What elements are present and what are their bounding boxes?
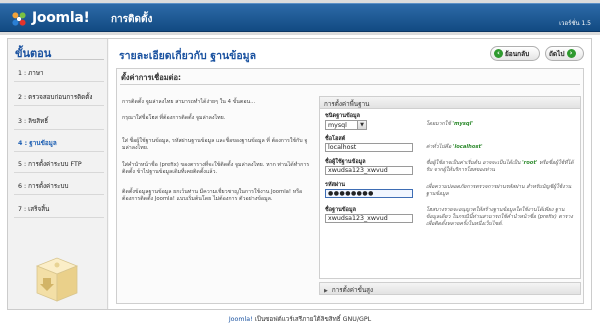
basic-settings-box: การตั้งค่าพื้นฐาน ชนิดฐานข้อมูล mysql ▼ … [319,96,581,279]
joomla-logo-icon [12,12,26,26]
db-type-hint: โดยมากใช้ 'mysql' [426,121,576,128]
db-password-hint: เพื่อความปลอดภัยการตรวจการผ่านรหัสผ่าน ส… [426,184,572,197]
db-name-field[interactable] [325,214,413,223]
section-title: ตั้งค่าการเชื่อมต่อ: [121,73,182,82]
db-type-hint-value: 'mysql' [452,121,473,127]
back-button[interactable]: ‹ ย้อนกลับ [490,46,540,61]
logo-text: Joomla! [32,10,90,26]
step-ftp[interactable]: 5 : การตั้งค่าระบบ FTP [14,154,104,173]
sidebar-divider [14,59,104,60]
host-field[interactable] [325,143,413,152]
footer-text: เป็นซอฟต์แวร์เสรีภายใต้ลิขสิทธิ์ GNU/GPL [254,316,372,323]
host-label: ชื่อโฮสต์ [325,136,346,142]
arrow-right-icon: › [566,49,576,58]
joomla-link[interactable]: Joomla! [229,316,253,323]
db-user-hint: ชื่อผู้ใช้อาจเป็นค่าเริ่มต้น อาจจะเป็นได… [426,160,576,174]
description-host: กรุณาใส่ชื่อโฮส ที่ต้องการติดตั้ง จูมล่า… [122,115,226,121]
db-type-value: mysql [328,122,347,129]
host-hint-value: 'localhost' [452,144,483,150]
db-type-label: ชนิดฐานข้อมูล [325,113,361,119]
db-user-hint-text-1: ชื่อผู้ใช้อาจเป็นค่าเริ่มต้น อาจจะเป็นได… [426,160,521,166]
back-button-label: ย้อนกลับ [505,49,530,58]
step-finish[interactable]: 7 : เสร็จสิ้น [14,199,104,218]
host-hint-text: ค่าทั่วไปคือ [426,144,452,150]
db-user-hint-value: 'root' [522,160,538,166]
step-language[interactable]: 1 : ภาษา [14,63,104,82]
step-database[interactable]: 4 : ฐานข้อมูล [14,133,104,152]
triangle-right-icon: ▶ [324,288,328,294]
footer: Joomla! เป็นซอฟต์แวร์เสรีภายใต้ลิขสิทธิ์… [0,314,600,324]
description-sample-data: ติดตั้งข้อมูลฐานข้อมูล ยกเว้นท่าน มีความ… [122,189,303,202]
install-title: การติดตั้ง [111,14,153,25]
header: Joomla! การติดตั้ง เวอร์ชั่น 1.5 [0,0,600,35]
main-content: รายละเอียดเกี่ยวกับ ฐานข้อมูล ‹ ย้อนกลับ… [109,39,591,309]
description-prefix: ใส่คำนำหน้าชื่อ (prefix) ของตารางที่จะใช… [122,162,310,175]
basic-settings-heading: การตั้งค่าพื้นฐาน [320,97,580,109]
db-password-field[interactable]: ●●●●●●●● [325,189,413,198]
advanced-settings-toggle[interactable]: ▶ การตั้งค่าขั้นสูง [319,282,581,295]
db-user-label: ชื่อผู้ใช้ฐานข้อมูล [325,159,366,165]
step-license[interactable]: 3 : ลิขสิทธิ์ [14,111,104,130]
page-title: รายละเอียดเกี่ยวกับ ฐานข้อมูล [119,50,257,62]
chevron-down-icon: ▼ [357,121,366,129]
description-credentials: ใส่ ชื่อผู้ใช้ฐานข้อมูล, รหัสผ่านฐานข้อม… [122,138,308,151]
header-bar: Joomla! การติดตั้ง เวอร์ชั่น 1.5 [0,3,600,32]
db-type-select[interactable]: mysql ▼ [325,120,367,130]
db-user-field[interactable] [325,166,413,175]
step-precheck[interactable]: 2 : ตรวจสอบก่อนการติดตั้ง [14,87,104,106]
description-intro: การติดตั้ง จูมล่าลงไทย สามารถทำได้ง่ายๆ … [122,99,256,105]
version-label: เวอร์ชั่น 1.5 [559,20,591,27]
db-name-label: ชื่อฐานข้อมูล [325,207,356,213]
next-button-label: ถัดไป [549,49,565,58]
section-divider [120,84,580,85]
db-type-hint-text: โดยมากใช้ [426,121,451,127]
step-configuration[interactable]: 6 : การตั้งค่าระบบ [14,176,104,195]
arrow-left-icon: ‹ [494,49,503,58]
install-box-icon [35,257,79,302]
next-button[interactable]: ถัดไป › [545,46,584,61]
advanced-settings-label: การตั้งค่าขั้นสูง [331,287,374,294]
db-name-hint: โฮสบางรายจะอนุญาตให้สร้างฐานข้อมูลใดใช้ง… [426,207,573,227]
host-hint: ค่าทั่วไปคือ 'localhost' [426,144,576,151]
connection-settings-section: ตั้งค่าการเชื่อมต่อ: การติดตั้ง จูมล่าลง… [116,68,584,304]
db-password-label: รหัสผ่าน [325,182,346,188]
